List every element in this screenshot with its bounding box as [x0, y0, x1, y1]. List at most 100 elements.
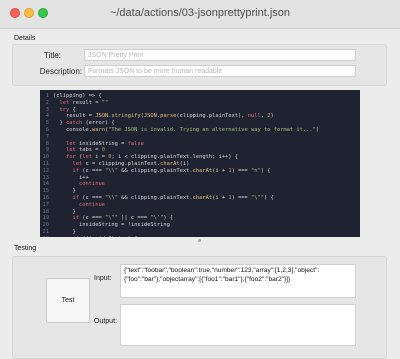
code-line[interactable]: 4 result = JSON.stringify(JSON.parse(cli… — [40, 113, 360, 120]
line-number: 18 — [42, 208, 50, 215]
code-token: for — [65, 154, 76, 161]
code-token: (clipping.plainText), — [176, 113, 248, 120]
code-line[interactable]: 14 continue — [40, 181, 360, 188]
code-token: { — [69, 106, 76, 113]
code-token: result = — [53, 113, 96, 120]
code-line[interactable]: 17 continue — [40, 202, 360, 209]
details-section-label: Details — [14, 35, 36, 42]
line-number: 21 — [42, 228, 50, 235]
code-token: let — [65, 140, 76, 147]
code-token: ) { — [264, 194, 274, 201]
code-line[interactable]: 22 if (!insideString) { — [40, 236, 360, 237]
line-number: 12 — [42, 167, 50, 174]
code-token: JSON — [143, 113, 157, 120]
code-token: (c === — [78, 194, 105, 201]
line-number: 6 — [45, 126, 49, 133]
code-line[interactable]: 15 } — [40, 188, 360, 195]
code-token: result = — [69, 99, 102, 106]
code-line[interactable]: 19 if (c === "\"" || c === "\'") { — [40, 215, 360, 222]
line-number: 19 — [42, 215, 50, 222]
line-number: 11 — [42, 160, 50, 167]
window-title: ~/data/actions/03-jsonprettyprint.json — [109, 7, 291, 19]
line-number: 14 — [42, 181, 50, 188]
title-label: Title: — [43, 51, 61, 60]
test-button[interactable]: Test — [46, 278, 90, 323]
code-line[interactable]: 3 try { — [40, 107, 360, 114]
code-token: ) — [270, 113, 274, 120]
code-token: && clipping.plainText. — [117, 194, 193, 201]
code-token: tabs = — [75, 147, 102, 154]
code-content[interactable]: 1 (clipping) => {2 let result = "" 3 try {… — [40, 90, 360, 237]
input-field[interactable]: {"text":"foobar","boolean":true,"number"… — [120, 264, 356, 298]
code-line[interactable]: 10 for (let i = 0; i < clipping.plainTex… — [40, 154, 360, 161]
code-line[interactable]: 8 let insideString = false — [40, 141, 360, 148]
code-line[interactable]: 21 } — [40, 229, 360, 236]
code-token: ) === — [231, 194, 252, 201]
code-token: charAt — [192, 194, 213, 201]
code-token: ) — [315, 126, 320, 133]
output-field[interactable] — [120, 304, 356, 346]
code-line[interactable]: 5 } catch (error) { — [40, 120, 360, 127]
line-number: 9 — [45, 147, 49, 154]
code-token: } — [53, 120, 66, 127]
code-line[interactable]: 6 console.warn("The JSON is invalid. Try… — [40, 127, 360, 134]
testing-section-label: Testing — [14, 245, 37, 252]
code-token: console. — [53, 126, 92, 133]
line-number: 15 — [42, 188, 50, 195]
code-token: charAt — [192, 167, 213, 174]
code-token: } — [53, 188, 76, 195]
code-token: "The JSON is invalid. Trying an alternat… — [108, 126, 316, 133]
code-line[interactable]: 2 let result = "" — [40, 100, 360, 107]
code-token: let — [82, 154, 92, 161]
code-line[interactable]: 16 if (c === "\\" && clipping.plainText.… — [40, 195, 360, 202]
code-token: && clipping.plainText. — [117, 167, 193, 174]
code-token: (!insideString) { — [79, 236, 137, 237]
code-editor[interactable]: 1 (clipping) => {2 let result = "" 3 try {… — [40, 90, 360, 237]
code-token: (c === — [78, 215, 105, 222]
code-token: null — [247, 113, 261, 120]
code-token: } — [53, 208, 76, 215]
code-token: ) { — [163, 215, 174, 222]
code-line[interactable]: 7 — [40, 134, 360, 141]
split-handle-icon[interactable] — [198, 239, 201, 242]
code-line[interactable]: 11 let c = clipping.plainText.charAt(i) — [40, 161, 360, 168]
code-token: insideString = — [75, 140, 128, 147]
title-field[interactable]: JSON Pretty Print — [84, 49, 356, 61]
code-line[interactable]: 1 (clipping) => { — [40, 93, 360, 100]
code-line[interactable]: 9 let tabs = 0 — [40, 147, 360, 154]
line-number: 16 — [42, 194, 50, 201]
code-token: || c === — [117, 215, 151, 222]
code-token: (i + — [212, 167, 229, 174]
code-line[interactable]: 12 if (c === "\\" && clipping.plainText.… — [40, 168, 360, 175]
code-token: let — [72, 160, 83, 167]
line-number: 4 — [45, 113, 49, 120]
code-token: continue — [78, 201, 105, 208]
code-token: (clipping) => { — [53, 93, 102, 99]
code-token: let — [65, 147, 76, 154]
code-token: try — [59, 106, 70, 113]
code-token: (i + — [212, 194, 229, 201]
code-line[interactable]: 18 } — [40, 209, 360, 216]
code-token: "" — [101, 99, 109, 106]
code-token: "\"" — [104, 215, 118, 222]
code-token: continue — [78, 181, 105, 188]
code-token: (error) { — [82, 120, 115, 127]
description-field[interactable]: Formats JSON to be more human readable — [84, 65, 356, 77]
code-token: ; i < clipping.plainText.length; i++) { — [111, 154, 239, 161]
code-token: warn — [91, 126, 105, 133]
code-token: "\'" — [150, 215, 164, 222]
code-line[interactable]: 13 i++ — [40, 175, 360, 182]
code-line[interactable]: 20 insideString = !insideString — [40, 222, 360, 229]
line-number: 3 — [45, 106, 49, 113]
code-token: "n" — [251, 167, 261, 174]
code-token: stringify — [111, 113, 141, 120]
code-token: let — [59, 99, 70, 106]
line-number: 20 — [42, 222, 50, 229]
code-token: ) === — [231, 167, 252, 174]
code-token: parse — [160, 113, 177, 120]
code-token: false — [127, 140, 144, 147]
